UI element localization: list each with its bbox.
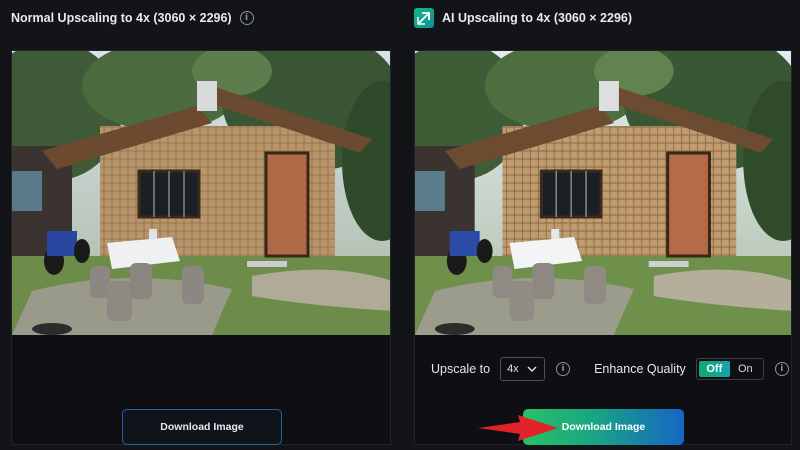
chevron-down-icon bbox=[527, 366, 537, 372]
normal-upscale-title: Normal Upscaling to 4x (3060 × 2296) bbox=[11, 11, 232, 25]
toggle-off-option[interactable]: Off bbox=[698, 361, 730, 377]
red-arrow-icon bbox=[478, 415, 558, 441]
hut-photo-illustration bbox=[12, 51, 390, 335]
enhance-quality-label: Enhance Quality bbox=[594, 362, 686, 376]
upscale-label: Upscale to bbox=[431, 362, 491, 376]
ai-preview-box bbox=[414, 50, 792, 445]
ai-upscaled-image bbox=[415, 51, 791, 335]
normal-download-button[interactable]: Download Image bbox=[122, 409, 282, 445]
info-icon[interactable]: i bbox=[774, 362, 789, 376]
ai-upscale-header: AI Upscaling to 4x (3060 × 2296) bbox=[414, 8, 632, 28]
info-icon[interactable]: i bbox=[239, 11, 254, 25]
hut-photo-illustration bbox=[415, 51, 791, 335]
toggle-on-option[interactable]: On bbox=[730, 361, 761, 377]
normal-upscale-panel: Normal Upscaling to 4x (3060 × 2296) i D… bbox=[0, 0, 400, 450]
ai-upscale-title: AI Upscaling to 4x (3060 × 2296) bbox=[442, 11, 633, 25]
normal-preview-box bbox=[11, 50, 391, 445]
normal-upscale-header: Normal Upscaling to 4x (3060 × 2296) i bbox=[11, 8, 254, 28]
normal-upscaled-image bbox=[12, 51, 390, 335]
upscale-controls: Upscale to 4x i Enhance Quality Off On i bbox=[431, 357, 789, 381]
info-icon[interactable]: i bbox=[556, 362, 571, 376]
upscale-select-value: 4x bbox=[507, 363, 519, 375]
upscale-select[interactable]: 4x bbox=[500, 357, 546, 381]
enhance-quality-toggle[interactable]: Off On bbox=[695, 358, 764, 380]
ai-upscale-icon bbox=[414, 8, 434, 28]
ai-upscale-panel: AI Upscaling to 4x (3060 × 2296) Upscale… bbox=[400, 0, 800, 450]
